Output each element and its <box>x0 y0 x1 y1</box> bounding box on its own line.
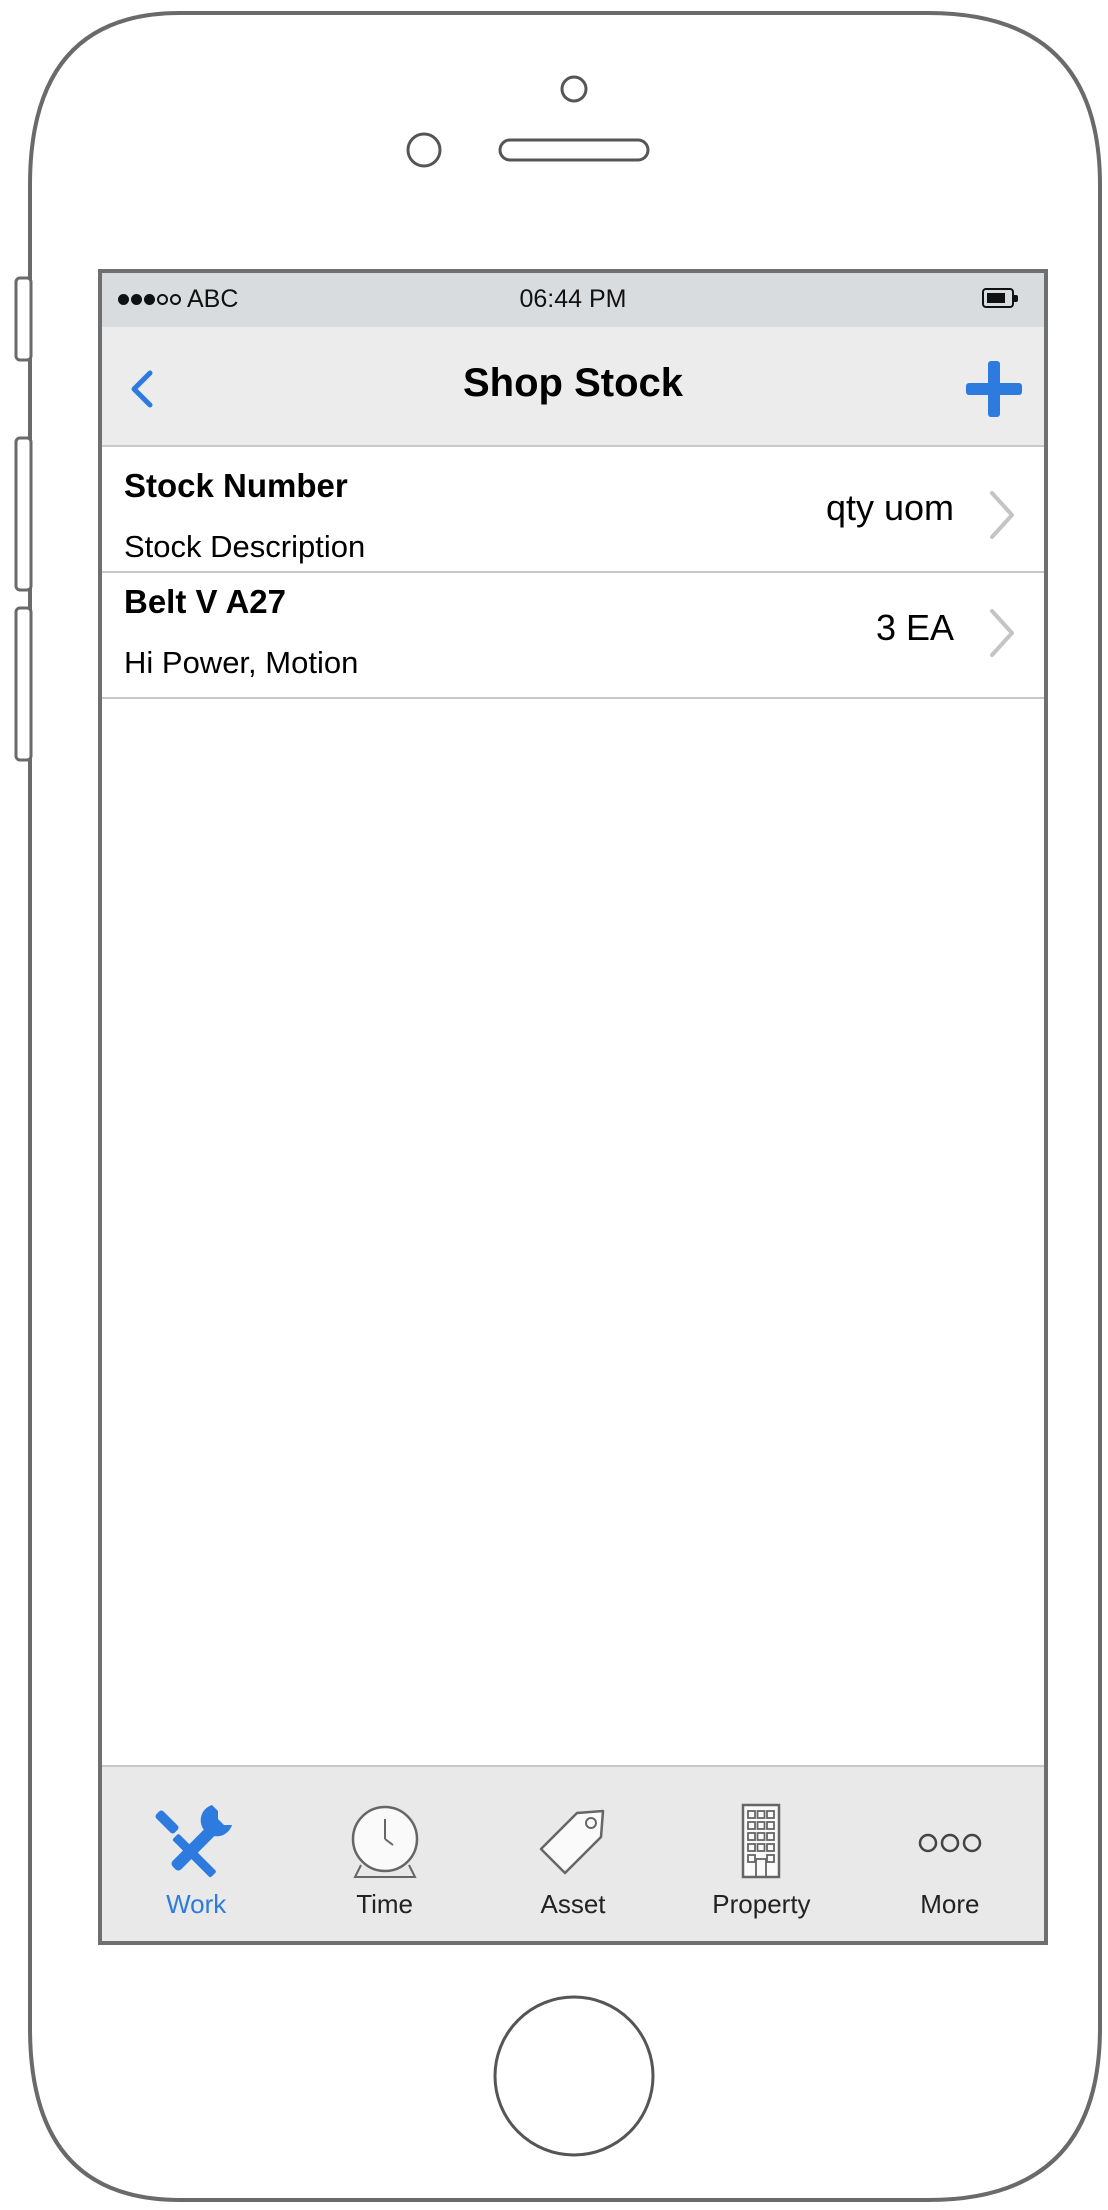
list-header-row[interactable]: Stock Number Stock Description qty uom <box>102 447 1044 573</box>
stock-description-label: Stock Description <box>124 529 366 564</box>
stock-quantity: 3 EA <box>875 607 954 648</box>
tab-bar: Work Time Asset Property More <box>102 1765 1044 1941</box>
tab-label-time: Time <box>356 1889 414 1919</box>
stock-list: Stock Number Stock Description qty uom B… <box>102 447 1044 699</box>
tab-asset[interactable]: Asset <box>479 1767 667 1941</box>
tab-more[interactable]: More <box>856 1767 1044 1941</box>
tab-label-work: Work <box>166 1889 227 1919</box>
tab-time[interactable]: Time <box>290 1767 478 1941</box>
chevron-right-icon <box>990 609 1014 657</box>
wrench-screwdriver-icon <box>155 1805 233 1878</box>
side-button-volume-up <box>14 436 33 592</box>
app-screen: ABC 06:44 PM Shop Stock Stock Number Sto… <box>98 269 1048 1945</box>
home-button[interactable] <box>493 1995 655 2157</box>
chevron-right-icon <box>990 491 1014 539</box>
status-time: 06:44 PM <box>519 285 627 313</box>
clock-icon <box>351 1805 418 1878</box>
side-button-volume-down <box>14 606 33 762</box>
tab-label-property: Property <box>712 1889 811 1919</box>
tab-property[interactable]: Property <box>667 1767 855 1941</box>
tab-work[interactable]: Work <box>102 1767 290 1941</box>
more-dots-icon <box>918 1833 982 1853</box>
qty-uom-label: qty uom <box>825 487 954 528</box>
stock-description: Hi Power, Motion <box>124 645 359 680</box>
building-icon <box>742 1803 781 1879</box>
status-bar: ABC 06:44 PM <box>102 273 1044 327</box>
tab-label-more: More <box>920 1889 980 1919</box>
tag-icon <box>539 1809 605 1875</box>
list-item[interactable]: Belt V A27 Hi Power, Motion 3 EA <box>102 573 1044 699</box>
page-title: Shop Stock <box>462 361 684 405</box>
stock-number: Belt V A27 <box>124 583 287 620</box>
battery-icon <box>982 288 1018 308</box>
plus-icon <box>966 361 1022 417</box>
stock-number-label: Stock Number <box>124 467 348 504</box>
tab-label-asset: Asset <box>540 1889 606 1919</box>
add-button[interactable] <box>964 359 1024 419</box>
side-button-top <box>14 276 33 362</box>
navigation-bar: Shop Stock <box>102 327 1044 447</box>
